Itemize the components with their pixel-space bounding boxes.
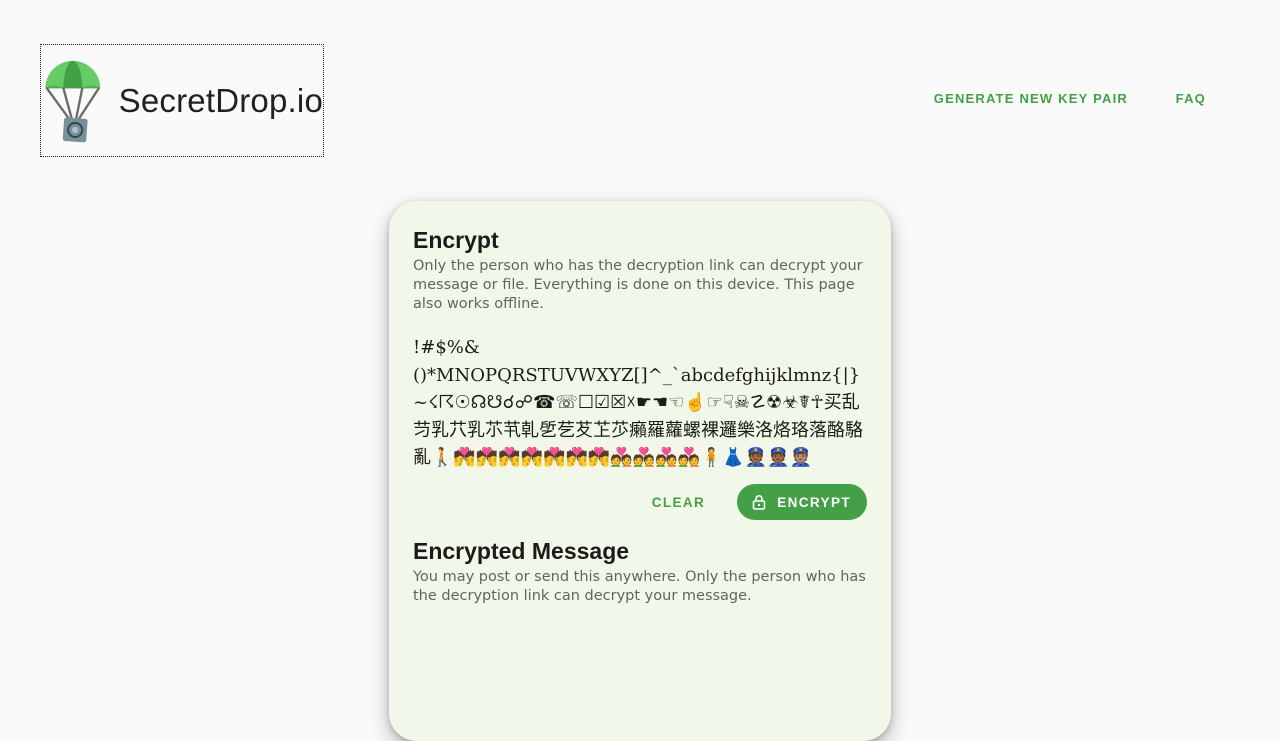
brand-home-link[interactable]: SecretDrop.io — [40, 44, 324, 157]
encrypt-button[interactable]: ENCRYPT — [737, 484, 867, 520]
brand-name: SecretDrop.io — [118, 81, 323, 119]
encrypt-card: Encrypt Only the person who has the decr… — [389, 201, 891, 741]
parachute-icon — [45, 60, 101, 143]
encrypt-description: Only the person who has the decryption l… — [413, 258, 863, 312]
encrypted-message-title: Encrypted Message — [413, 538, 630, 564]
message-input[interactable]: !#$%& ()*MNOPQRSTUVWXYZ[]^_`abcdefghijkl… — [413, 334, 865, 472]
nav-faq[interactable]: FAQ — [1176, 91, 1206, 106]
encrypted-message-description: You may post or send this anywhere. Only… — [413, 569, 866, 604]
clear-button[interactable]: CLEAR — [640, 487, 718, 518]
nav-generate-key-pair[interactable]: GENERATE NEW KEY PAIR — [934, 91, 1128, 106]
encrypt-title: Encrypt — [413, 227, 499, 253]
encrypt-actions: CLEAR ENCRYPT — [413, 484, 867, 520]
lock-icon — [752, 495, 766, 510]
encrypted-message-section: Encrypted Message You may post or send t… — [413, 536, 867, 606]
encrypt-button-label: ENCRYPT — [777, 494, 851, 510]
